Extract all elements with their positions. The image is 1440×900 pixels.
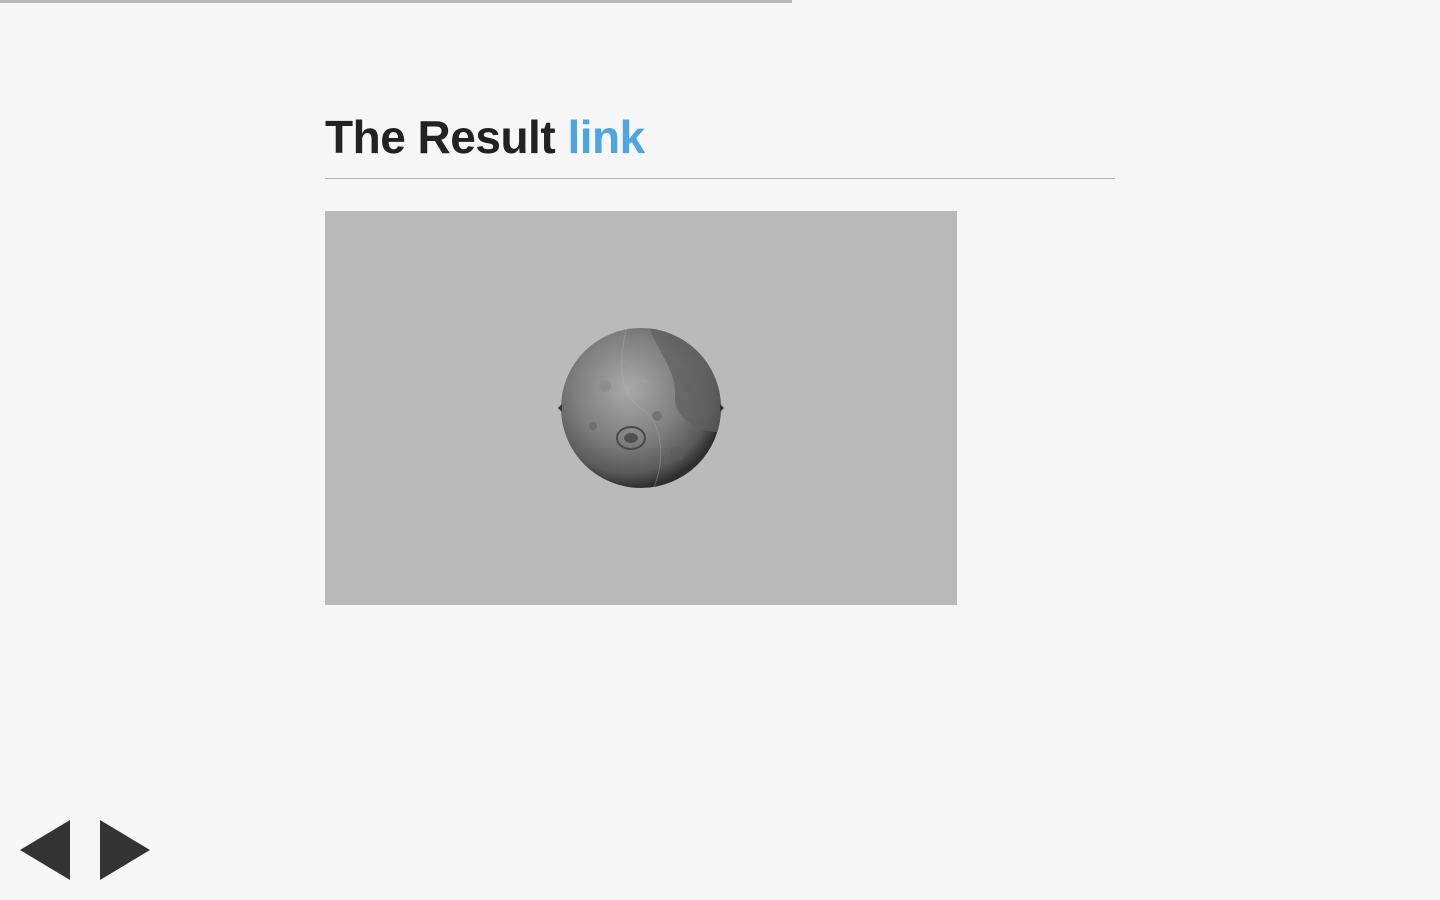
slide-title-text: The Result — [325, 111, 568, 163]
slide: The Result link — [325, 108, 1115, 605]
progress-bar-fill — [0, 0, 792, 3]
webgl-viewer[interactable] — [325, 211, 957, 605]
triangle-right-icon[interactable] — [100, 820, 150, 880]
slide-navigation — [20, 820, 150, 880]
triangle-left-icon[interactable] — [20, 820, 70, 880]
moon-sphere — [558, 328, 724, 488]
slide-title: The Result link — [325, 108, 1115, 179]
title-link[interactable]: link — [567, 111, 645, 163]
progress-bar — [0, 0, 1440, 3]
